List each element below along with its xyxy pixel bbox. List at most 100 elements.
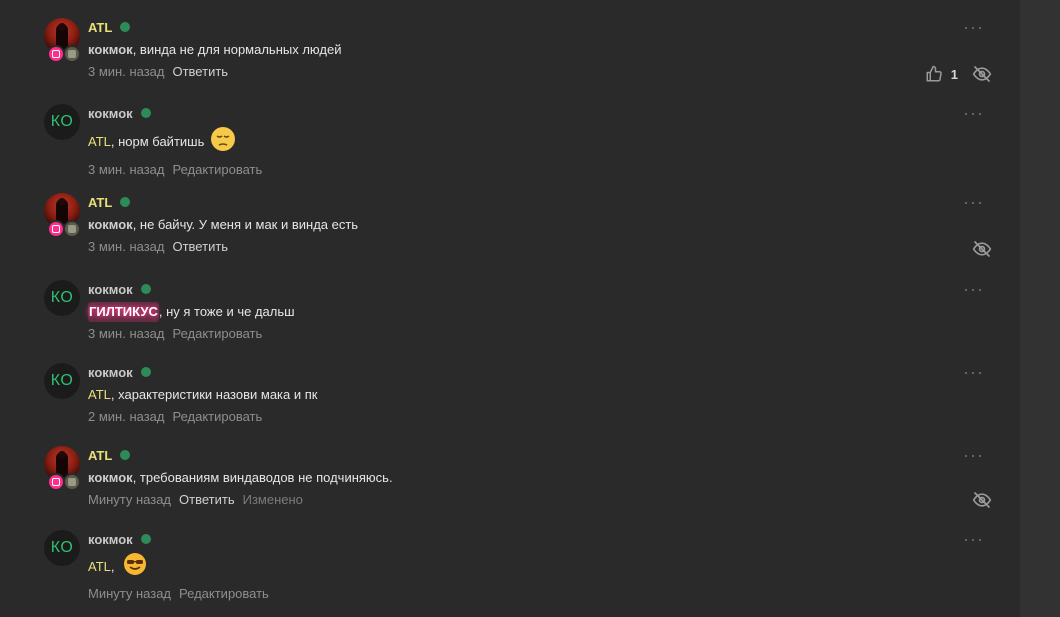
author-name[interactable]: ATL — [88, 448, 112, 463]
avatar-initials: КО — [44, 104, 80, 140]
mention-link[interactable]: кокмок — [88, 468, 133, 488]
more-dots-icon[interactable]: ··· — [963, 446, 984, 464]
mention-link[interactable]: ATL — [88, 557, 111, 577]
author-name[interactable]: кокмок — [88, 365, 133, 380]
avatar[interactable] — [44, 193, 81, 238]
comment-meta: 3 мин. назад Редактировать — [88, 326, 988, 341]
comment-body: ATL кокмок, винда не для нормальных люде… — [88, 18, 988, 80]
timestamp[interactable]: 2 мин. назад — [88, 409, 164, 424]
mention-link[interactable]: ГИЛТИКУС — [88, 302, 159, 322]
comment-text: ATL, — [88, 552, 988, 582]
reply-button[interactable]: Ответить — [172, 239, 228, 254]
avatar-initials: КО — [44, 530, 80, 566]
pensive-face-emoji — [210, 126, 236, 158]
reply-button[interactable]: Ответить — [179, 492, 235, 507]
like-count: 1 — [950, 66, 958, 82]
comment-text: кокмок, винда не для нормальных людей — [88, 40, 988, 60]
avatar-initials: КО — [44, 280, 80, 316]
comment-meta: 3 мин. назад Редактировать — [88, 162, 988, 177]
comment-text-body: , — [110, 559, 115, 574]
mention-link[interactable]: кокмок — [88, 40, 133, 60]
comment-text: ATL, норм байтишь — [88, 126, 988, 158]
online-indicator-icon — [140, 108, 151, 118]
reply-button[interactable]: Ответить — [172, 64, 228, 79]
badge-icon — [63, 220, 81, 238]
comment-body: ATL кокмок, требованиям виндаводов не по… — [88, 446, 988, 508]
thumbs-up-icon[interactable] — [925, 65, 943, 83]
badge-icon — [63, 45, 81, 63]
avatar[interactable]: КО — [44, 363, 80, 399]
author-row: ATL — [88, 193, 988, 211]
avatar[interactable]: КО — [44, 104, 80, 140]
comment-text-body: , винда не для нормальных людей — [132, 42, 342, 57]
author-row: ATL — [88, 18, 988, 36]
comment-meta: 3 мин. назад Ответить — [88, 64, 988, 79]
comments-feed: ATL кокмок, винда не для нормальных люде… — [0, 0, 1020, 617]
comment-text-body: , не байчу. У меня и мак и винда есть — [132, 217, 359, 232]
author-row: кокмок — [88, 363, 988, 381]
comment-text-body: , ну я тоже и че дальш — [158, 304, 295, 319]
author-row: кокмок — [88, 280, 988, 298]
comment-actions: 1 — [925, 64, 992, 84]
comment-meta: Минуту назад Редактировать — [88, 586, 988, 601]
comment-actions — [972, 490, 992, 510]
author-name[interactable]: ATL — [88, 195, 112, 210]
comment-text: ГИЛТИКУС, ну я тоже и че дальш — [88, 302, 988, 322]
edit-button[interactable]: Редактировать — [172, 409, 262, 424]
online-indicator-icon — [140, 367, 151, 377]
comment-meta: 2 мин. назад Редактировать — [88, 409, 988, 424]
comment-body: кокмок ATL, норм байтишь 3 мин. назад Ре… — [88, 104, 988, 178]
mention-link[interactable]: кокмок — [88, 215, 133, 235]
more-dots-icon[interactable]: ··· — [963, 193, 984, 211]
comment-text-body: , характеристики назови мака и пк — [110, 387, 318, 402]
timestamp[interactable]: 3 мин. назад — [88, 239, 164, 254]
timestamp[interactable]: 3 мин. назад — [88, 162, 164, 177]
author-name[interactable]: кокмок — [88, 532, 133, 547]
more-dots-icon[interactable]: ··· — [963, 363, 984, 381]
more-dots-icon[interactable]: ··· — [963, 280, 984, 298]
author-row: ATL — [88, 446, 988, 464]
online-indicator-icon — [120, 197, 131, 207]
author-name[interactable]: кокмок — [88, 282, 133, 297]
online-indicator-icon — [140, 284, 151, 294]
timestamp[interactable]: 3 мин. назад — [88, 64, 164, 79]
comment-text: ATL, характеристики назови мака и пк — [88, 385, 988, 405]
comment-text-body: , требованиям виндаводов не подчиняюсь. — [132, 470, 393, 485]
sunglasses-face-emoji — [123, 552, 147, 582]
eye-slash-icon[interactable] — [972, 64, 992, 84]
mention-link[interactable]: ATL — [88, 385, 111, 405]
author-name[interactable]: ATL — [88, 20, 112, 35]
comment-body: кокмок ГИЛТИКУС, ну я тоже и че дальш 3 … — [88, 280, 988, 341]
online-indicator-icon — [120, 450, 131, 460]
author-row: кокмок — [88, 530, 988, 548]
avatar[interactable] — [44, 446, 81, 491]
edit-button[interactable]: Редактировать — [172, 162, 262, 177]
eye-slash-icon[interactable] — [972, 239, 992, 259]
scrollbar[interactable] — [1020, 0, 1060, 617]
more-dots-icon[interactable]: ··· — [963, 18, 984, 36]
more-dots-icon[interactable]: ··· — [963, 104, 984, 122]
online-indicator-icon — [120, 22, 131, 32]
author-row: кокмок — [88, 104, 988, 122]
comment-text: кокмок, требованиям виндаводов не подчин… — [88, 468, 988, 488]
avatar[interactable]: КО — [44, 280, 80, 316]
timestamp[interactable]: 3 мин. назад — [88, 326, 164, 341]
comment-body: кокмок ATL, характеристики назови мака и… — [88, 363, 988, 425]
comment-body: ATL кокмок, не байчу. У меня и мак и вин… — [88, 193, 988, 255]
eye-slash-icon[interactable] — [972, 490, 992, 510]
more-dots-icon[interactable]: ··· — [963, 530, 984, 548]
edited-label: Изменено — [242, 492, 303, 507]
comment-meta: 3 мин. назад Ответить — [88, 239, 988, 254]
comment-actions — [972, 239, 992, 259]
avatar-initials: КО — [44, 363, 80, 399]
author-name[interactable]: кокмок — [88, 106, 133, 121]
timestamp[interactable]: Минуту назад — [88, 492, 171, 507]
mention-link[interactable]: ATL — [88, 132, 111, 152]
avatar[interactable]: КО — [44, 530, 80, 566]
edit-button[interactable]: Редактировать — [179, 586, 269, 601]
comment-meta: Минуту назад Ответить Изменено — [88, 492, 988, 507]
badge-icon — [63, 473, 81, 491]
avatar[interactable] — [44, 18, 81, 63]
edit-button[interactable]: Редактировать — [172, 326, 262, 341]
timestamp[interactable]: Минуту назад — [88, 586, 171, 601]
